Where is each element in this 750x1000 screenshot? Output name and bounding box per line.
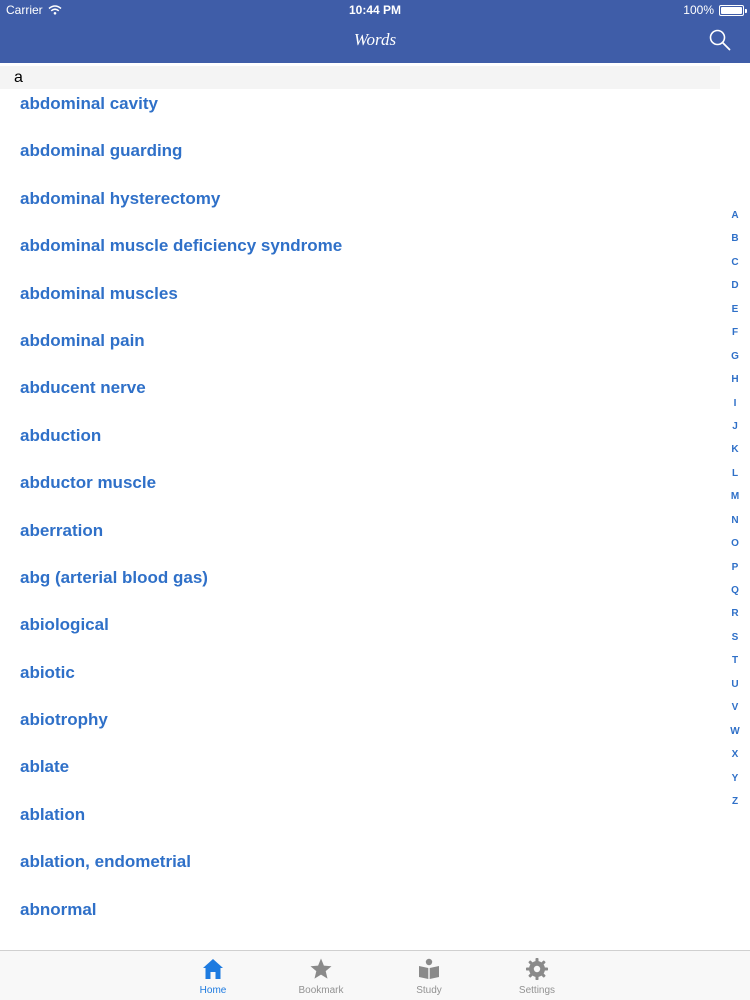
word-label: abduction (20, 425, 102, 445)
word-label: abdominal muscles (20, 283, 178, 303)
index-letter-x[interactable]: X (732, 748, 739, 771)
word-list-item[interactable]: abductor muscle (0, 459, 720, 506)
word-label: abdominal hysterectomy (20, 188, 221, 208)
word-label: abnormal (20, 899, 97, 919)
index-letter-d[interactable]: D (731, 279, 738, 302)
tab-bookmark[interactable]: Bookmark (267, 951, 375, 1000)
index-letter-m[interactable]: M (731, 490, 739, 513)
word-list-item[interactable]: aberration (0, 507, 720, 554)
index-letter-t[interactable]: T (732, 654, 738, 677)
nav-title: Words (353, 30, 397, 49)
word-list-item[interactable]: abdominal pain (0, 317, 720, 364)
word-label: abdominal pain (20, 330, 145, 350)
index-letter-k[interactable]: K (731, 443, 738, 466)
index-letter-o[interactable]: O (731, 537, 739, 560)
index-letter-s[interactable]: S (732, 631, 739, 654)
tab-bar: Home Bookmark Study Settings (0, 950, 750, 1000)
battery-icon (719, 4, 747, 16)
word-list-item[interactable]: abnormal (0, 933, 720, 950)
search-icon[interactable] (708, 28, 732, 52)
index-letter-q[interactable]: Q (731, 584, 739, 607)
index-letter-c[interactable]: C (731, 256, 738, 279)
word-label: abiotic (20, 662, 75, 682)
study-icon (419, 958, 439, 979)
index-letter-n[interactable]: N (731, 514, 738, 537)
index-letter-j[interactable]: J (732, 420, 738, 443)
word-list-item[interactable]: abducent nerve (0, 364, 720, 411)
word-label: abiotrophy (20, 710, 108, 730)
word-list-item[interactable]: abiotic (0, 649, 720, 696)
word-label: abdominal guarding (20, 141, 183, 161)
tab-settings[interactable]: Settings (483, 951, 591, 1000)
index-letter-p[interactable]: P (732, 561, 739, 584)
word-list-item[interactable]: ablation, endometrial (0, 838, 720, 885)
home-icon (203, 959, 223, 979)
index-letter-l[interactable]: L (732, 467, 738, 490)
index-letter-i[interactable]: I (734, 397, 737, 420)
word-list-item[interactable]: abiotrophy (0, 696, 720, 743)
tab-settings-label: Settings (518, 985, 556, 996)
battery-percent: 100% (683, 3, 714, 17)
word-list: abdominal cavity abdominal guarding abdomi… (0, 80, 720, 950)
index-letter-u[interactable]: U (731, 678, 738, 701)
index-letter-b[interactable]: B (731, 232, 738, 255)
index-letter-v[interactable]: V (732, 701, 739, 724)
header: Carrier 10:44 PM 100% Words (0, 0, 750, 63)
word-label: abdominal muscle deficiency syndrome (20, 236, 343, 256)
index-letter-e[interactable]: E (732, 303, 739, 326)
index-letter-f[interactable]: F (732, 326, 738, 349)
star-icon (310, 958, 332, 979)
index-letter-r[interactable]: R (731, 607, 738, 630)
index-letter-a[interactable]: A (731, 209, 738, 232)
screen: Carrier 10:44 PM 100% Words a abdominal … (0, 0, 750, 1000)
word-list-item[interactable]: abdominal muscles (0, 270, 720, 317)
word-list-item[interactable]: abiological (0, 601, 720, 648)
alphabet-index[interactable]: ABCDEFGHIJKLMNOPQRSTUVWXYZ (728, 209, 742, 818)
word-label: abiological (20, 615, 109, 635)
word-label: ablate (20, 757, 70, 777)
word-label: aberration (20, 520, 104, 540)
index-letter-w[interactable]: W (730, 725, 739, 748)
word-list-item[interactable]: ablate (0, 743, 720, 790)
word-label: ablation, endometrial (20, 852, 191, 872)
index-letter-y[interactable]: Y (732, 772, 739, 795)
word-list-item[interactable]: abnormal (0, 886, 720, 933)
tab-bookmark-label: Bookmark (298, 985, 344, 996)
tab-study-label: Study (416, 985, 442, 996)
status-bar: Carrier 10:44 PM 100% (0, 0, 750, 20)
word-list-item[interactable]: abdominal hysterectomy (0, 175, 720, 222)
status-time: 10:44 PM (348, 3, 402, 17)
tab-home-label: Home (199, 985, 227, 996)
tab-home[interactable]: Home (159, 951, 267, 1000)
word-list-item[interactable]: abg (arterial blood gas) (0, 554, 720, 601)
word-label: abdominal cavity (20, 94, 158, 113)
tab-study[interactable]: Study (375, 951, 483, 1000)
word-list-item[interactable]: abdominal guarding (0, 127, 720, 174)
word-list-item[interactable]: abdominal cavity (0, 80, 720, 127)
word-list-item[interactable]: abdominal muscle deficiency syndrome (0, 222, 720, 269)
word-label: ablation (20, 804, 86, 824)
word-list-item[interactable]: ablation (0, 791, 720, 838)
status-battery: 100% (683, 3, 747, 17)
word-label: abg (arterial blood gas) (20, 567, 208, 587)
word-list-item[interactable]: abduction (0, 412, 720, 459)
gear-icon (526, 958, 548, 980)
index-letter-g[interactable]: G (731, 350, 739, 373)
index-letter-z[interactable]: Z (732, 795, 738, 818)
word-label: abducent nerve (20, 378, 146, 398)
word-label: abductor muscle (20, 473, 157, 493)
index-letter-h[interactable]: H (731, 373, 738, 396)
